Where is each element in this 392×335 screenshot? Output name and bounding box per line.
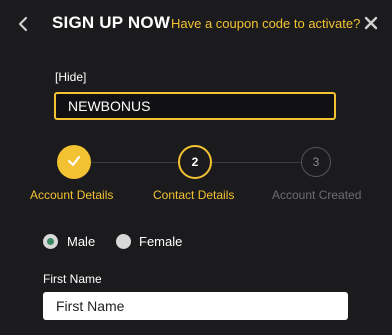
radio-female[interactable] xyxy=(116,234,131,249)
step-label-account-created: Account Created xyxy=(272,188,362,202)
step-3-indicator: 3 xyxy=(301,147,331,177)
step-connector xyxy=(212,162,301,163)
step-number: 2 xyxy=(191,155,199,169)
coupon-code-input[interactable] xyxy=(54,92,336,120)
chevron-left-icon[interactable] xyxy=(14,13,34,35)
step-1-indicator xyxy=(57,145,91,179)
radio-label-male[interactable]: Male xyxy=(67,234,95,249)
hide-coupon-link[interactable]: [Hide] xyxy=(55,70,86,84)
step-connector xyxy=(91,162,178,163)
step-2-indicator: 2 xyxy=(178,145,212,179)
first-name-label: First Name xyxy=(43,272,102,286)
step-label-account-details: Account Details xyxy=(30,188,114,202)
coupon-toggle-link[interactable]: Have a coupon code to activate? xyxy=(171,16,360,31)
signup-header: SIGN UP NOW Have a coupon code to activa… xyxy=(0,0,392,48)
radio-label-female[interactable]: Female xyxy=(139,234,182,249)
page-title: SIGN UP NOW xyxy=(52,13,171,32)
step-number: 3 xyxy=(312,155,320,169)
radio-male[interactable] xyxy=(43,234,58,249)
step-label-contact-details: Contact Details xyxy=(153,188,235,202)
signup-stepper: 2 3 Account Details Contact Details Acco… xyxy=(0,145,392,205)
first-name-field[interactable] xyxy=(43,292,348,320)
check-icon xyxy=(66,154,82,171)
close-icon[interactable] xyxy=(364,16,378,30)
